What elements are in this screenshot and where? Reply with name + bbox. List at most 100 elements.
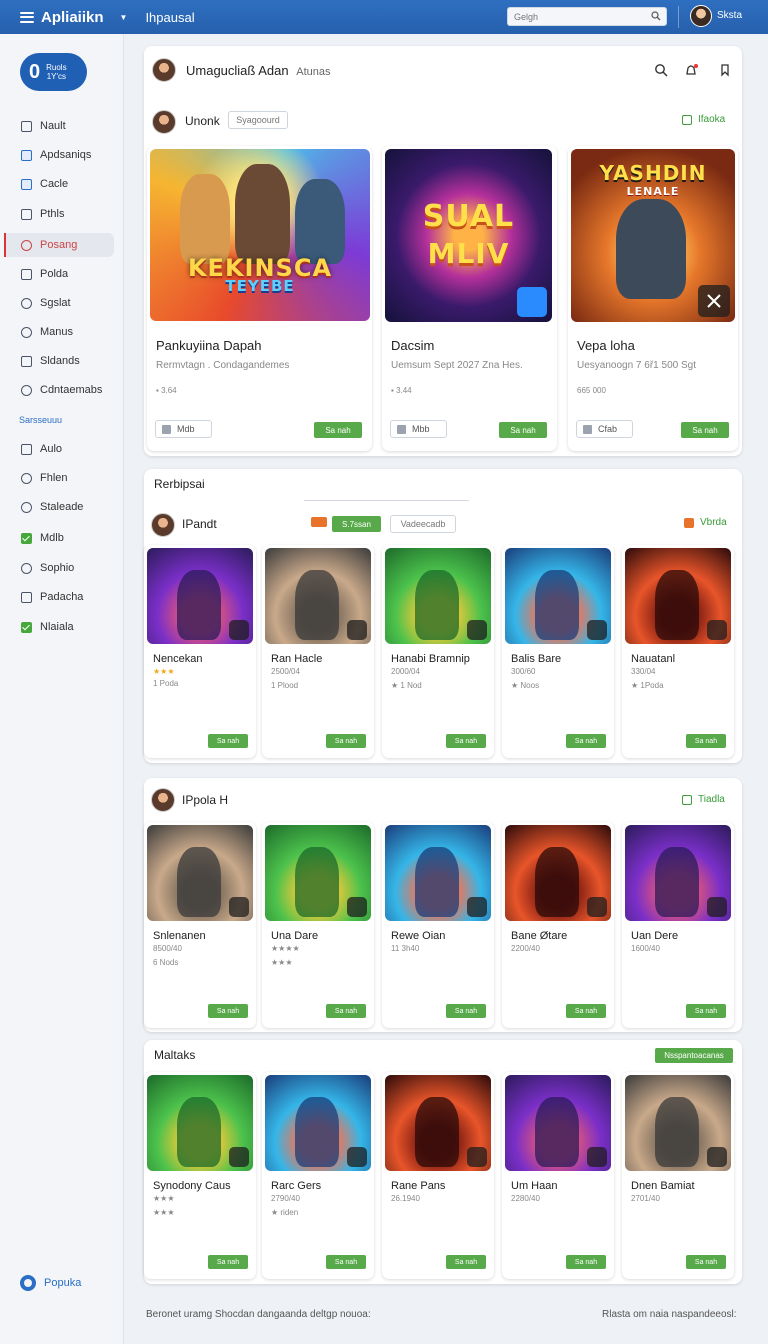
get-button[interactable]: Sa nah (208, 1004, 248, 1018)
avatar[interactable] (152, 58, 176, 82)
sidebar-item-sgslat[interactable]: Sgslat (0, 291, 114, 315)
game-thumbnail[interactable] (385, 548, 491, 644)
get-button[interactable]: Sa nah (681, 422, 729, 438)
get-button[interactable]: Sa nah (686, 1255, 726, 1269)
secondary-button[interactable]: Mbb (390, 420, 447, 438)
get-button[interactable]: Sa nah (446, 734, 486, 748)
game-thumbnail[interactable] (385, 825, 491, 921)
notification-icon[interactable] (684, 63, 698, 77)
play-badge-icon[interactable] (347, 897, 367, 917)
get-button[interactable]: Sa nah (326, 1004, 366, 1018)
filter-chip[interactable]: Syagoourd (228, 111, 288, 129)
play-badge-icon[interactable] (229, 620, 249, 640)
play-badge-icon[interactable] (587, 1147, 607, 1167)
game-thumbnail[interactable] (147, 1075, 253, 1171)
avatar[interactable] (151, 788, 175, 812)
game-card[interactable]: Ran Hacle 2500/04 1 Plood Sa nah (262, 545, 374, 758)
sidebar-item-fhlen[interactable]: Fhlen (0, 466, 114, 490)
game-thumbnail[interactable] (625, 1075, 731, 1171)
play-badge-icon[interactable] (347, 620, 367, 640)
see-all-link[interactable]: Vbrda (684, 517, 727, 528)
tag-badge[interactable]: S.7ssan (332, 516, 381, 532)
sidebar-item-home[interactable]: Nault (0, 114, 114, 138)
game-thumbnail[interactable] (265, 1075, 371, 1171)
game-card[interactable]: Rarc Gers 2790/40 ★ riden Sa nah (262, 1072, 374, 1279)
sidebar-item-analytics[interactable]: Apdsaniqs (0, 143, 114, 167)
get-button[interactable]: Sa nah (326, 1255, 366, 1269)
get-button[interactable]: Sa nah (566, 734, 606, 748)
game-title[interactable]: Dnen Bamiat (631, 1180, 695, 1192)
play-badge-icon[interactable] (707, 897, 727, 917)
search-icon[interactable] (651, 11, 661, 21)
close-icon[interactable] (698, 285, 730, 317)
game-title[interactable]: Rewe Oian (391, 930, 445, 942)
game-thumbnail[interactable] (265, 825, 371, 921)
game-title[interactable]: Pankuyiina Dapah (156, 338, 262, 353)
game-title[interactable]: Hanabi Bramnip (391, 653, 470, 665)
game-title[interactable]: Una Dare (271, 930, 318, 942)
game-thumbnail[interactable] (625, 825, 731, 921)
game-title[interactable]: Snlenanen (153, 930, 206, 942)
play-badge-icon[interactable] (347, 1147, 367, 1167)
search-input[interactable] (514, 11, 644, 22)
game-card[interactable]: Hanabi Bramnip 2000/04 ★ 1 Nod Sa nah (382, 545, 494, 758)
game-card[interactable]: Rane Pans 26.1940 Sa nah (382, 1072, 494, 1279)
get-button[interactable]: Sa nah (686, 734, 726, 748)
tag-badge[interactable]: Nsspantoacanas (655, 1048, 733, 1063)
sidebar-item-sophio[interactable]: Sophio (0, 556, 114, 580)
game-card[interactable]: Rewe Oian 11 3h40 Sa nah (382, 822, 494, 1028)
game-thumbnail[interactable] (147, 548, 253, 644)
sidebar-item-pthls[interactable]: Pthls (0, 202, 114, 226)
sidebar-item-nlaiala[interactable]: Nlaiala (0, 615, 114, 639)
chevron-down-icon[interactable]: ▼ (120, 13, 128, 22)
get-button[interactable]: Sa nah (314, 422, 362, 438)
get-button[interactable]: Sa nah (208, 734, 248, 748)
get-button[interactable]: Sa nah (686, 1004, 726, 1018)
game-title[interactable]: Rarc Gers (271, 1180, 321, 1192)
play-badge-icon[interactable] (229, 897, 249, 917)
game-title[interactable]: Dacsim (391, 338, 434, 353)
game-card[interactable]: Snlenanen 8500/40 6 Nods Sa nah (144, 822, 256, 1028)
sidebar-item-cacle[interactable]: Cacle (0, 172, 114, 196)
bookmark-icon[interactable] (718, 63, 732, 77)
user-avatar[interactable] (690, 5, 712, 27)
game-card[interactable]: Una Dare ★★★★ ★★★ Sa nah (262, 822, 374, 1028)
featured-game-card[interactable]: YASHDIN LENALE Vepa loha Uesyanoogn 7 6ř… (568, 146, 738, 451)
featured-game-card[interactable]: KEKINSCA TEYEBE Pankuyiina Dapah Rermvta… (147, 146, 372, 451)
game-title[interactable]: Synodony Caus (153, 1180, 231, 1192)
get-button[interactable]: Sa nah (499, 422, 547, 438)
play-badge-icon[interactable] (467, 1147, 487, 1167)
game-thumbnail[interactable]: KEKINSCA TEYEBE (150, 149, 370, 321)
game-title[interactable]: Uan Dere (631, 930, 678, 942)
game-thumbnail[interactable]: YASHDIN LENALE (571, 149, 735, 322)
game-thumbnail[interactable] (385, 1075, 491, 1171)
sidebar-item-padacha[interactable]: Padacha (0, 585, 114, 609)
game-title[interactable]: Vepa loha (577, 338, 635, 353)
sidebar-item-posang[interactable]: Posang (4, 233, 114, 257)
game-card[interactable]: Synodony Caus ★★★ ★★★ Sa nah (144, 1072, 256, 1279)
brand-badge[interactable]: 0 Ruols 1Y'cs (20, 53, 87, 91)
game-title[interactable]: Nencekan (153, 653, 203, 665)
see-all-link[interactable]: Tiadla (682, 794, 725, 805)
sidebar-item-sldands[interactable]: Sldands (0, 349, 114, 373)
sidebar-item-mdlb[interactable]: Mdlb (0, 526, 114, 550)
help-link[interactable]: Popuka (20, 1275, 81, 1291)
sidebar-item-staleade[interactable]: Staleade (0, 495, 114, 519)
play-badge-icon[interactable] (587, 620, 607, 640)
search-icon[interactable] (654, 63, 668, 77)
play-badge-icon[interactable] (707, 1147, 727, 1167)
play-badge-icon[interactable] (467, 897, 487, 917)
game-card[interactable]: Uan Dere 1600/40 Sa nah (622, 822, 734, 1028)
game-title[interactable]: Bane Øtare (511, 930, 567, 942)
get-button[interactable]: Sa nah (566, 1004, 606, 1018)
secondary-button[interactable]: Mdb (155, 420, 212, 438)
secondary-button[interactable]: Cfab (576, 420, 633, 438)
see-all-link[interactable]: Ifaoka (682, 114, 725, 125)
page-tab[interactable]: Ihpausal (145, 10, 194, 25)
game-card[interactable]: Bane Øtare 2200/40 Sa nah (502, 822, 614, 1028)
game-thumbnail[interactable] (265, 548, 371, 644)
sidebar-item-manus[interactable]: Manus (0, 320, 114, 344)
avatar[interactable] (151, 513, 175, 537)
filter-chip[interactable]: Vadeecadb (390, 515, 456, 533)
hamburger-menu-icon[interactable] (20, 11, 34, 23)
